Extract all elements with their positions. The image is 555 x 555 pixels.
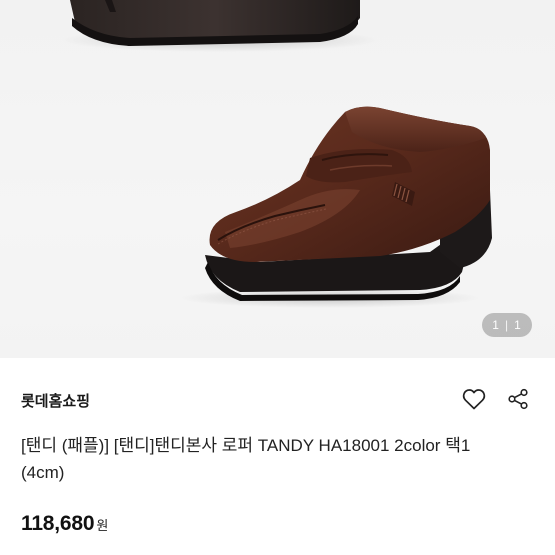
product-title: [탠디 (패플)] [탠디]탠디본사 로퍼 TANDY HA18001 2col… <box>21 436 471 482</box>
image-page-indicator: 1 | 1 <box>482 313 532 337</box>
seller-row: 롯데홈쇼핑 <box>21 388 531 412</box>
price-row: 118,680 원 <box>21 512 108 536</box>
share-button[interactable] <box>505 386 531 412</box>
image-page-total: 1 <box>514 318 522 332</box>
image-page-current: 1 <box>492 318 500 332</box>
loafer-shoe-image <box>60 0 492 308</box>
price-currency: 원 <box>96 518 109 533</box>
heart-outline-icon <box>462 389 486 410</box>
seller-name[interactable]: 롯데홈쇼핑 <box>21 390 90 411</box>
product-price: 118,680 <box>21 512 95 535</box>
image-page-separator: | <box>504 318 510 332</box>
like-button[interactable] <box>461 386 487 412</box>
product-info: 롯데홈쇼핑 [탠디 (패플)] [탠디]탠디본사 로퍼 TANDY HA1800… <box>0 358 555 555</box>
product-actions <box>461 386 531 412</box>
share-icon <box>508 388 528 410</box>
product-image[interactable]: 1 | 1 <box>0 0 555 358</box>
